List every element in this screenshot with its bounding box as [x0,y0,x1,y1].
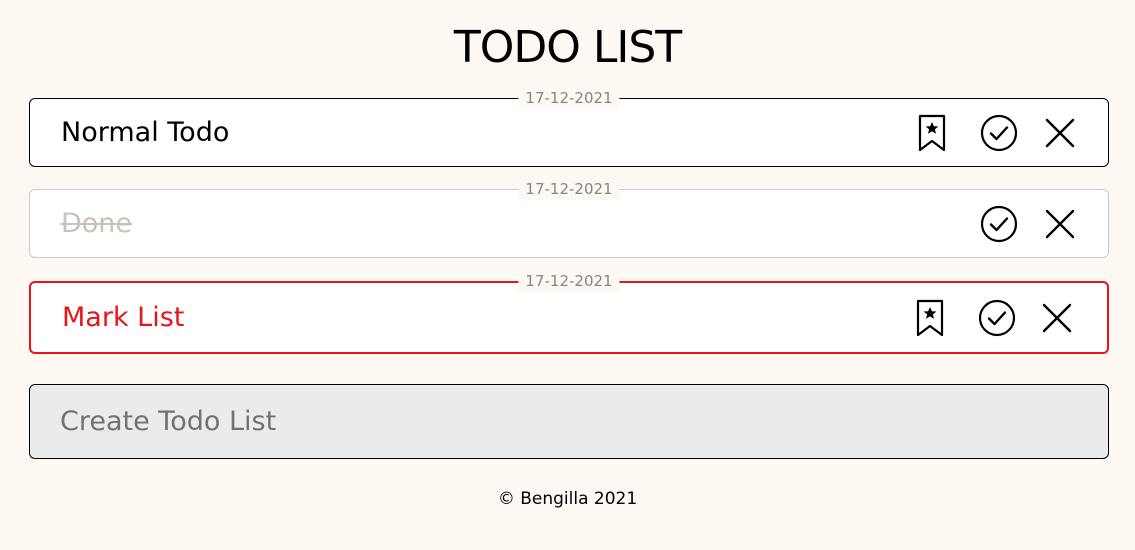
close-icon [1042,303,1072,332]
bookmark-icon [918,114,946,151]
complete-button[interactable] [979,204,1019,244]
todo-date: 17-12-2021 [518,87,620,109]
footer-copyright: © Bengilla 2021 [497,489,638,509]
delete-button[interactable] [1040,204,1080,244]
todo-item: 17-12-2021 Mark List [29,270,1109,354]
complete-button[interactable] [979,113,1019,153]
todo-date: 17-12-2021 [518,270,620,292]
bookmark-icon [916,299,944,336]
check-circle-icon [980,114,1018,151]
todo-text[interactable]: Mark List [62,300,184,336]
delete-button[interactable] [1040,113,1080,153]
close-icon [1045,209,1075,238]
todo-item: 17-12-2021 Normal Todo [29,87,1109,167]
delete-button[interactable] [1037,298,1077,338]
todo-item: 17-12-2021 Done [29,178,1109,258]
create-todo-input[interactable] [29,384,1109,459]
bookmark-button[interactable] [910,298,950,338]
todo-text[interactable]: Done [61,206,132,242]
close-icon [1045,118,1075,147]
todo-date: 17-12-2021 [518,178,620,200]
check-circle-icon [980,205,1018,242]
complete-button[interactable] [977,298,1017,338]
check-circle-icon [978,299,1016,336]
bookmark-button[interactable] [912,113,952,153]
page-title: TODO LIST [453,22,682,73]
todo-text[interactable]: Normal Todo [61,115,229,151]
